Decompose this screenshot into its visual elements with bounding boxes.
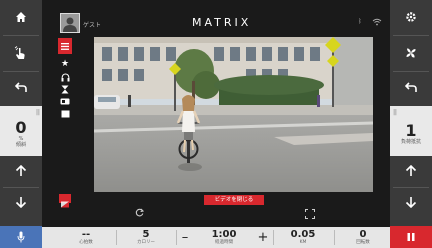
menu-icon <box>61 42 69 50</box>
time-decrease-button[interactable]: – <box>178 227 192 248</box>
resistance-label: 負荷抵抗 <box>400 139 421 145</box>
settings-button[interactable] <box>390 0 432 34</box>
avatar[interactable] <box>60 13 80 33</box>
resistance-value: 1 <box>405 121 417 140</box>
elapsed-time-label: 経過時間 <box>215 240 233 245</box>
screen-icon <box>61 110 69 118</box>
pause-icon <box>407 233 415 241</box>
back-button-right[interactable] <box>390 72 432 102</box>
right-sidebar: ||| 1 負荷抵抗 <box>390 0 432 248</box>
arrow-down-icon <box>15 197 27 208</box>
home-button[interactable] <box>0 0 42 34</box>
fullscreen-button[interactable] <box>305 209 315 221</box>
resistance-level: ||| 1 負荷抵抗 <box>390 106 432 156</box>
back-arrow-icon <box>405 82 417 92</box>
channel-button[interactable] <box>58 95 72 107</box>
brand-logo: MATRIX <box>192 16 252 29</box>
calories-stat: 5 カロリー <box>120 227 172 248</box>
user-name: ゲスト <box>83 22 102 29</box>
incline-down-button[interactable] <box>0 188 42 216</box>
tv-icon <box>60 98 70 104</box>
elapsed-time-value: 1:00 <box>211 229 237 240</box>
left-sidebar: ||| 0 % 傾斜 <box>0 0 42 248</box>
picture-in-picture-button[interactable] <box>59 194 71 208</box>
menu-button[interactable] <box>58 38 72 54</box>
star-icon: ★ <box>60 59 70 69</box>
hourglass-icon <box>61 85 69 93</box>
incline-value: 0 <box>15 118 27 137</box>
elapsed-time-stat: 1:00 経過時間 <box>196 227 252 248</box>
hand-touch-icon <box>14 46 25 59</box>
rpm-label: 回転数 <box>356 240 370 245</box>
close-video-button[interactable]: ビデオを閉じる <box>204 195 264 205</box>
arrow-up-icon <box>15 165 27 176</box>
video-player[interactable] <box>94 37 373 192</box>
heart-rate-stat: -- 心拍数 <box>62 227 110 248</box>
microphone-button[interactable] <box>0 226 42 248</box>
fullscreen-icon <box>305 209 315 219</box>
back-arrow-icon <box>15 82 27 92</box>
back-button[interactable] <box>0 72 42 102</box>
gesture-button[interactable] <box>0 36 42 70</box>
fan-icon <box>406 48 416 58</box>
timer-button[interactable] <box>58 83 72 95</box>
media-sidebar: ★ <box>58 38 74 208</box>
rpm-value: 0 <box>359 229 367 240</box>
pause-button[interactable] <box>390 226 432 248</box>
refresh-button[interactable] <box>135 208 145 220</box>
distance-value: 0.05 <box>290 229 316 240</box>
arrow-down-icon <box>405 197 417 208</box>
fan-button[interactable] <box>390 36 432 70</box>
audio-button[interactable] <box>58 71 72 83</box>
wifi-icon <box>372 18 382 28</box>
gear-icon <box>406 12 416 22</box>
calories-label: カロリー <box>137 240 155 245</box>
video-frame <box>94 37 373 192</box>
distance-unit: KM <box>299 240 307 245</box>
incline-up-button[interactable] <box>0 156 42 186</box>
level-bars-icon: ||| <box>393 109 397 116</box>
home-icon <box>16 12 26 22</box>
stats-bar: -- 心拍数 5 カロリー – 1:00 経過時間 + 0.05 KM 0 回転… <box>42 227 390 248</box>
pip-icon <box>61 201 69 208</box>
rpm-stat: 0 回転数 <box>338 227 388 248</box>
incline-label: 傾斜 <box>15 142 26 148</box>
heart-rate-value: -- <box>81 229 91 240</box>
incline-level: ||| 0 % 傾斜 <box>0 106 42 156</box>
microphone-icon <box>17 231 25 243</box>
top-bar: ゲスト MATRIX ᛒ <box>42 0 390 36</box>
user-icon <box>63 17 77 32</box>
refresh-icon <box>135 208 145 217</box>
distance-stat: 0.05 KM <box>276 227 330 248</box>
heart-rate-label: 心拍数 <box>79 240 93 245</box>
level-bars-icon: ||| <box>35 109 40 116</box>
time-increase-button[interactable]: + <box>256 227 270 248</box>
resistance-up-button[interactable] <box>390 156 432 186</box>
arrow-up-icon <box>405 165 417 176</box>
resistance-down-button[interactable] <box>390 188 432 216</box>
calories-value: 5 <box>142 229 150 240</box>
favorite-button[interactable]: ★ <box>58 58 72 70</box>
bluetooth-icon: ᛒ <box>358 18 362 25</box>
headphones-icon <box>61 72 69 81</box>
screen-button[interactable] <box>58 108 72 120</box>
